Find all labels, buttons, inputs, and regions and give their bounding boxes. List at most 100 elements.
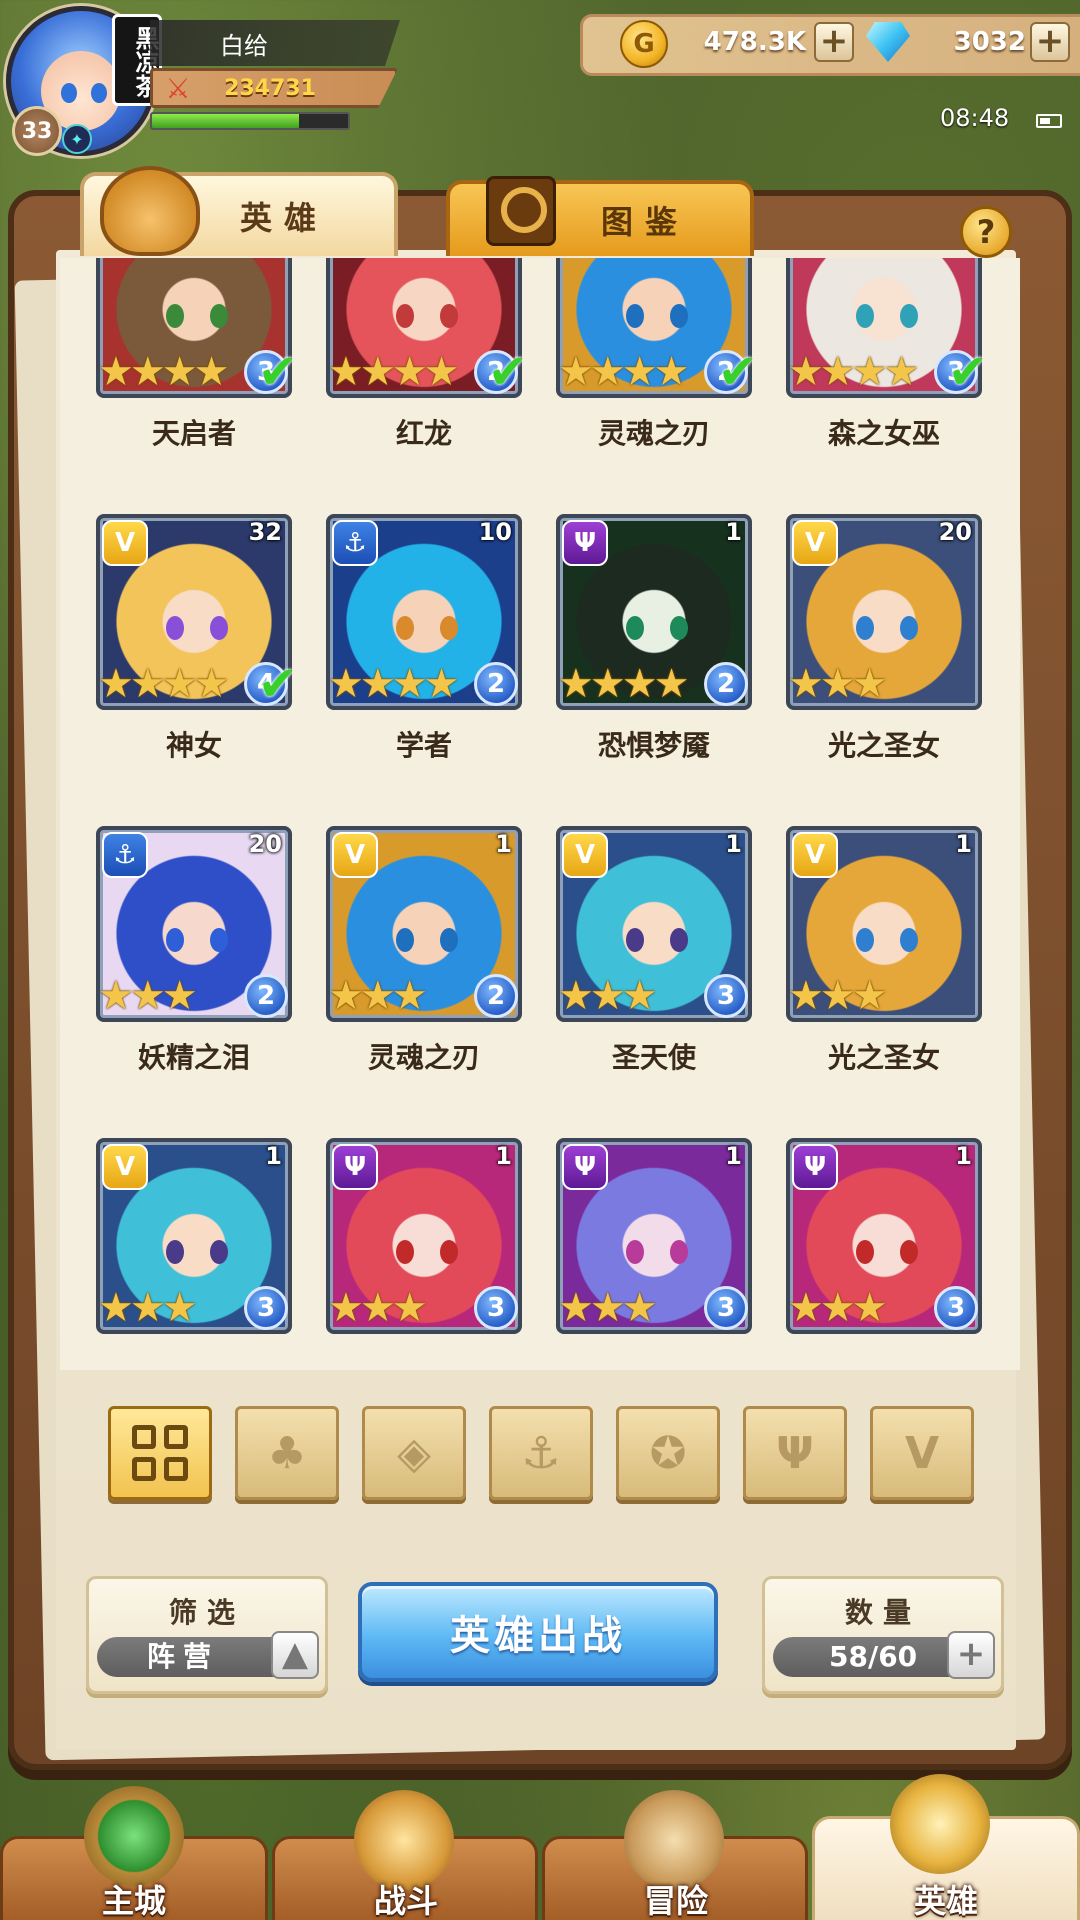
star-icon: ★ — [193, 349, 230, 395]
hero-card[interactable]: V 20 ★ ★ ★ 光之圣女 — [786, 514, 982, 814]
magnifier-icon — [486, 176, 556, 246]
chevron-up-icon[interactable]: ▲ — [271, 1631, 319, 1679]
hero-crest-icon — [890, 1774, 990, 1874]
hero-card[interactable]: Ψ 1 ★ ★ ★ 3 — [786, 1138, 982, 1370]
star-icon: ★ — [423, 661, 460, 707]
hero-name: 森之女巫 — [827, 417, 940, 450]
beast-faction-icon: ✪ — [649, 1427, 687, 1479]
hero-card[interactable]: V 1 ★ ★ ★ 2 灵魂之刃 — [326, 826, 522, 1126]
grade-badge: 3 — [244, 1286, 288, 1330]
gold-coin-icon: G — [620, 20, 668, 68]
light-icon: V — [102, 1144, 148, 1190]
star-icon: ★ — [161, 1285, 198, 1331]
faction-filter-tab[interactable]: ◈ — [362, 1406, 466, 1500]
hero-card[interactable]: ♆50★★★★2✔红龙 — [326, 258, 528, 502]
star-icon: ★ — [391, 1285, 428, 1331]
faction-filter-tab[interactable]: ⚓ — [489, 1406, 593, 1500]
hero-name: 圣天使 — [611, 1041, 696, 1074]
star-icon: ★ — [129, 349, 166, 395]
hero-list[interactable]: ♆59★★★★3✔天启者♆50★★★★2✔红龙V45★★★★2✔灵魂之刃♣40★… — [60, 258, 1020, 1370]
star-icon: ★ — [391, 661, 428, 707]
grade-badge: 3 — [704, 1286, 748, 1330]
hero-card[interactable]: ⚓ 10 ★ ★ ★ ★ 2 学者 — [326, 514, 522, 814]
star-icon: ★ — [98, 1285, 134, 1331]
hero-card[interactable]: Ψ 1 ★ ★ ★ ★ 2 恐惧梦魇 — [556, 514, 752, 814]
dark-faction-icon: Ψ — [776, 1427, 814, 1479]
hero-eye — [856, 928, 874, 952]
hero-level: 10 — [478, 518, 512, 546]
hero-eye — [210, 616, 228, 640]
hero-card[interactable]: ♣40★★★★3✔森之女巫 — [786, 258, 988, 502]
star-icon: ★ — [621, 661, 658, 707]
hero-card[interactable]: ⚓ 20 ★ ★ ★ 2 妖精之泪 — [96, 826, 292, 1126]
hero-card[interactable]: Ψ 1 ★ ★ ★ 3 — [556, 1138, 752, 1370]
hero-card[interactable]: V 1 ★ ★ ★ 3 — [96, 1138, 292, 1370]
star-icon: ★ — [788, 349, 824, 395]
gold-amount: 478.3K — [703, 27, 806, 57]
star-icon: ★ — [391, 349, 428, 395]
hero-eye — [900, 928, 918, 952]
star-icon: ★ — [129, 973, 166, 1019]
faction-filter-tab[interactable]: Ψ — [743, 1406, 847, 1500]
star-icon: ★ — [161, 349, 198, 395]
filter-title: 筛选 — [168, 1596, 245, 1629]
star-rating: ★ ★ ★ — [788, 1285, 888, 1331]
star-icon: ★ — [589, 973, 626, 1019]
star-rating: ★ ★ ★ ★ — [558, 661, 689, 707]
hero-eye — [900, 304, 918, 328]
hero-card[interactable]: ♆59★★★★3✔天启者 — [96, 258, 298, 502]
star-icon: ★ — [161, 661, 198, 707]
star-icon: ★ — [788, 1285, 824, 1331]
light-icon: V — [792, 520, 838, 566]
star-rating: ★ ★ ★ ★ — [98, 661, 229, 707]
hero-card[interactable]: V 32 ★ ★ ★ ★ 4 ✔ 神女 — [96, 514, 298, 814]
help-button[interactable]: ? — [960, 206, 1012, 258]
hero-level: 1 — [725, 1142, 742, 1170]
hero-eye — [396, 928, 414, 952]
star-icon: ★ — [589, 1285, 626, 1331]
fire-faction-icon: ◈ — [397, 1427, 431, 1479]
faction-filter-tab[interactable]: ♣ — [235, 1406, 339, 1500]
star-icon: ★ — [621, 1285, 658, 1331]
star-icon: ★ — [558, 349, 594, 395]
star-icon: ★ — [328, 661, 364, 707]
expand-capacity-button[interactable]: + — [947, 1631, 995, 1679]
faction-filter-tab[interactable]: V — [870, 1406, 974, 1500]
all-grid-icon — [132, 1425, 188, 1481]
star-icon: ★ — [589, 349, 626, 395]
light-icon: V — [332, 832, 378, 878]
grade-badge: 2 — [704, 662, 748, 706]
star-rating: ★ ★ ★ ★ — [788, 349, 919, 395]
star-icon: ★ — [851, 973, 888, 1019]
light-icon: V — [102, 520, 148, 566]
star-rating: ★ ★ ★ ★ — [98, 349, 229, 395]
hero-card[interactable]: Ψ 1 ★ ★ ★ 3 — [326, 1138, 522, 1370]
quantity-title: 数量 — [844, 1596, 921, 1629]
hero-name: 神女 — [165, 729, 222, 762]
filter-box: 筛选 阵营 ▲ — [86, 1576, 328, 1694]
faction-filter-tab[interactable]: ✪ — [616, 1406, 720, 1500]
nav-heroes-label: 英雄 — [913, 1882, 978, 1920]
deploy-heroes-button[interactable]: 英雄出战 — [358, 1582, 718, 1682]
hero-card[interactable]: V 1 ★ ★ ★ 3 圣天使 — [556, 826, 752, 1126]
exp-bar — [150, 112, 350, 130]
hero-eye — [166, 928, 184, 952]
hero-eye — [626, 928, 644, 952]
crossed-swords-icon: ⚔ — [165, 72, 191, 105]
hero-card[interactable]: V 1 ★ ★ ★ 光之圣女 — [786, 826, 982, 1126]
star-icon: ★ — [788, 973, 824, 1019]
hero-eye — [396, 1240, 414, 1264]
hero-name: 灵魂之刃 — [597, 417, 710, 450]
hero-card[interactable]: V45★★★★2✔灵魂之刃 — [556, 258, 758, 502]
hero-level: 1 — [955, 830, 972, 858]
add-gems-button[interactable]: + — [1030, 22, 1070, 62]
faction-filter-tab[interactable] — [108, 1406, 212, 1500]
hero-eye — [670, 616, 688, 640]
anchor-icon: ⚓ — [332, 520, 378, 566]
hero-eye — [626, 616, 644, 640]
avatar-eye — [91, 83, 107, 103]
star-icon: ★ — [423, 349, 460, 395]
add-gold-button[interactable]: + — [814, 22, 854, 62]
dark-icon: Ψ — [562, 520, 608, 566]
hero-name: 恐惧梦魇 — [597, 729, 710, 762]
